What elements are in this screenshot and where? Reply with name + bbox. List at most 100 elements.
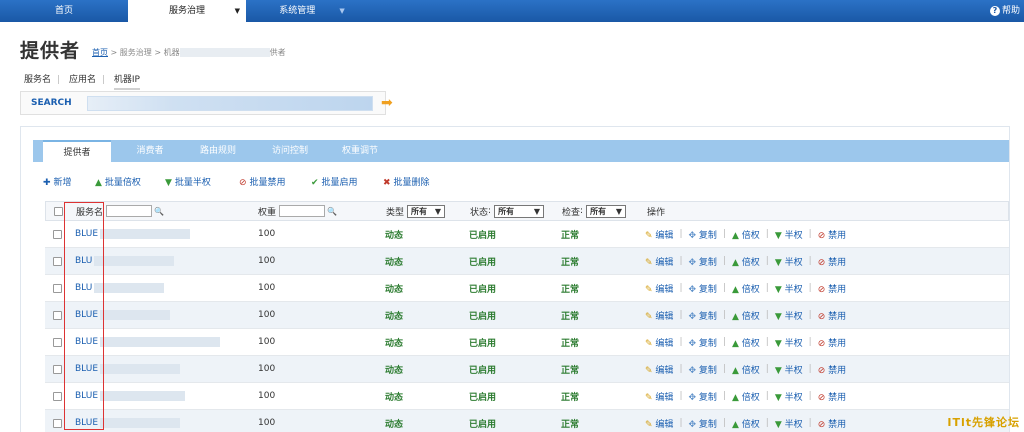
service-name[interactable]: BLUE <box>75 337 98 347</box>
nav-governance[interactable]: 服务治理 ▼ <box>128 0 246 22</box>
disable-button[interactable]: ⊘ 禁用 <box>818 228 846 241</box>
header-weight: 权重 🔍 <box>258 202 337 220</box>
weight-filter-input[interactable] <box>279 205 326 217</box>
nav-system[interactable]: 系统管理 ▼ <box>252 0 372 22</box>
tab-access-control[interactable]: 访问控制 <box>255 140 325 162</box>
disable-button[interactable]: ⊘ 禁用 <box>818 309 846 322</box>
row-checkbox[interactable] <box>53 418 62 428</box>
arrow-up-icon: ▲ <box>731 392 739 403</box>
status-select[interactable]: 所有 ▼ <box>494 204 545 218</box>
disable-button[interactable]: ⊘ 禁用 <box>818 417 846 430</box>
subtab-machine-ip[interactable]: 机器IP <box>113 75 140 90</box>
edit-button[interactable]: ✎ 编辑 <box>645 336 673 349</box>
row-checkbox[interactable] <box>53 391 62 401</box>
disable-button[interactable]: ⊘ 禁用 <box>818 390 846 403</box>
copy-icon: ✥ <box>688 365 697 376</box>
half-weight-button[interactable]: ▼ 半权 <box>775 309 803 322</box>
copy-button[interactable]: ✥ 复制 <box>688 309 716 322</box>
service-cell[interactable]: BLUE <box>75 302 171 328</box>
half-weight-button[interactable]: ▼ 半权 <box>775 390 803 403</box>
add-button[interactable]: ✚ 新增 <box>43 175 72 188</box>
half-weight-button[interactable]: ▼ 半权 <box>775 336 803 349</box>
subtab-service-name[interactable]: 服务名 <box>24 75 51 85</box>
service-name[interactable]: BLUE <box>75 391 98 401</box>
half-weight-button[interactable]: ▼ 半权 <box>775 255 803 268</box>
batch-double-button[interactable]: ▲ 批量倍权 <box>95 175 141 188</box>
service-filter-input[interactable] <box>106 205 153 217</box>
type-select[interactable]: 所有 ▼ <box>407 204 446 218</box>
tab-routes[interactable]: 路由规则 <box>183 140 253 162</box>
search-icon[interactable]: 🔍 <box>327 207 337 216</box>
double-label: 倍权 <box>741 284 760 295</box>
row-checkbox[interactable] <box>53 229 62 239</box>
double-weight-button[interactable]: ▲ 倍权 <box>732 363 760 376</box>
search-arrow-icon[interactable]: ➡ <box>381 96 393 111</box>
tab-weights[interactable]: 权重调节 <box>325 140 395 162</box>
arrow-down-icon: ▼ <box>774 419 782 430</box>
double-label: 倍权 <box>741 230 760 241</box>
breadcrumb-home[interactable]: 首页 <box>92 48 108 57</box>
service-cell[interactable]: BLUE <box>75 383 186 409</box>
copy-button[interactable]: ✥ 复制 <box>688 417 716 430</box>
edit-button[interactable]: ✎ 编辑 <box>645 228 673 241</box>
disable-button[interactable]: ⊘ 禁用 <box>818 282 846 295</box>
half-weight-button[interactable]: ▼ 半权 <box>775 228 803 241</box>
subtab-app-name[interactable]: 应用名 <box>69 75 96 85</box>
copy-button[interactable]: ✥ 复制 <box>688 228 716 241</box>
edit-button[interactable]: ✎ 编辑 <box>645 255 673 268</box>
disable-button[interactable]: ⊘ 禁用 <box>818 336 846 349</box>
service-cell[interactable]: BLUE <box>75 329 221 355</box>
edit-button[interactable]: ✎ 编辑 <box>645 282 673 295</box>
batch-delete-button[interactable]: ✖ 批量删除 <box>383 175 430 188</box>
copy-button[interactable]: ✥ 复制 <box>688 255 716 268</box>
edit-button[interactable]: ✎ 编辑 <box>645 390 673 403</box>
half-weight-button[interactable]: ▼ 半权 <box>775 282 803 295</box>
service-cell[interactable]: BLU <box>75 248 175 274</box>
service-name[interactable]: BLU <box>75 283 92 293</box>
double-weight-button[interactable]: ▲ 倍权 <box>732 228 760 241</box>
double-weight-button[interactable]: ▲ 倍权 <box>732 282 760 295</box>
help-link[interactable]: ? 帮助 <box>989 0 1020 22</box>
service-cell[interactable]: BLUE <box>75 410 181 432</box>
double-weight-button[interactable]: ▲ 倍权 <box>732 336 760 349</box>
check-select[interactable]: 所有 ▼ <box>586 204 627 218</box>
edit-button[interactable]: ✎ 编辑 <box>645 309 673 322</box>
copy-button[interactable]: ✥ 复制 <box>688 282 716 295</box>
row-checkbox[interactable] <box>53 310 62 320</box>
disable-button[interactable]: ⊘ 禁用 <box>818 363 846 376</box>
row-checkbox[interactable] <box>53 364 62 374</box>
copy-button[interactable]: ✥ 复制 <box>688 363 716 376</box>
batch-disable-button[interactable]: ⊘ 批量禁用 <box>239 175 286 188</box>
double-weight-button[interactable]: ▲ 倍权 <box>732 255 760 268</box>
half-weight-button[interactable]: ▼ 半权 <box>775 363 803 376</box>
toolbar-label: 批量删除 <box>393 178 430 188</box>
row-checkbox[interactable] <box>53 256 62 266</box>
copy-button[interactable]: ✥ 复制 <box>688 390 716 403</box>
service-name[interactable]: BLUE <box>75 364 98 374</box>
tab-consumers[interactable]: 消费者 <box>115 140 185 162</box>
batch-enable-button[interactable]: ✔ 批量启用 <box>311 175 358 188</box>
select-all-checkbox[interactable] <box>54 206 63 216</box>
copy-button[interactable]: ✥ 复制 <box>688 336 716 349</box>
tab-providers[interactable]: 提供者 <box>43 140 111 162</box>
service-cell[interactable]: BLU <box>75 275 165 301</box>
service-name[interactable]: BLUE <box>75 418 98 428</box>
row-checkbox[interactable] <box>53 283 62 293</box>
service-cell[interactable]: BLUE <box>75 221 191 247</box>
row-checkbox[interactable] <box>53 337 62 347</box>
nav-home[interactable]: 首页 <box>0 0 128 22</box>
edit-button[interactable]: ✎ 编辑 <box>645 363 673 376</box>
edit-button[interactable]: ✎ 编辑 <box>645 417 673 430</box>
half-weight-button[interactable]: ▼ 半权 <box>775 417 803 430</box>
service-name[interactable]: BLU <box>75 256 92 266</box>
service-name[interactable]: BLUE <box>75 229 98 239</box>
double-weight-button[interactable]: ▲ 倍权 <box>732 417 760 430</box>
disable-button[interactable]: ⊘ 禁用 <box>818 255 846 268</box>
search-input[interactable] <box>87 96 373 111</box>
double-weight-button[interactable]: ▲ 倍权 <box>732 309 760 322</box>
batch-half-button[interactable]: ▼ 批量半权 <box>165 175 211 188</box>
double-weight-button[interactable]: ▲ 倍权 <box>732 390 760 403</box>
service-name[interactable]: BLUE <box>75 310 98 320</box>
service-cell[interactable]: BLUE <box>75 356 181 382</box>
search-icon[interactable]: 🔍 <box>154 207 164 216</box>
